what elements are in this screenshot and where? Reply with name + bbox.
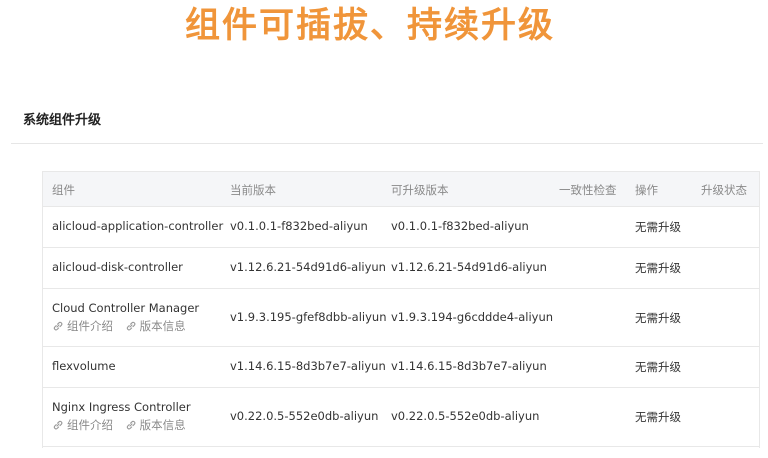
upgradable-version: v0.22.0.5-552e0db-aliyun [391, 409, 540, 423]
header-consistency-check: 一致性检查 [559, 183, 617, 197]
component-name: Cloud Controller Manager [52, 301, 200, 315]
link-icon [126, 420, 136, 430]
version-info-link[interactable]: 版本信息 [125, 318, 186, 334]
link-icon [126, 321, 136, 331]
section-title: 系统组件升级 [23, 113, 102, 128]
version-info-label: 版本信息 [139, 418, 186, 432]
component-intro-link[interactable]: 组件介绍 [52, 417, 113, 433]
header-upgradable-version: 可升级版本 [391, 183, 449, 197]
current-version: v1.12.6.21-54d91d6-aliyun [230, 260, 386, 274]
component-name: alicloud-application-controller [52, 219, 224, 233]
banner-title: 组件可插拔、持续升级 [184, 6, 555, 46]
component-name: flexvolume [52, 359, 116, 373]
version-info-link[interactable]: 版本信息 [125, 417, 186, 433]
component-links: 组件介绍 版本信息 [52, 318, 194, 334]
action-status: 无需升级 [635, 360, 681, 374]
components-table: 组件 当前版本 可升级版本 一致性检查 操作 升级状态 alicloud-app… [42, 171, 760, 448]
header-action: 操作 [635, 183, 658, 197]
action-status: 无需升级 [635, 261, 681, 275]
upgradable-version: v1.12.6.21-54d91d6-aliyun [391, 260, 547, 274]
table-row: Cloud Controller Manager 组件介绍 版本信息 v1.9.… [43, 289, 759, 347]
current-version: v0.1.0.1-f832bed-aliyun [230, 219, 368, 233]
component-name: Nginx Ingress Controller [52, 400, 191, 414]
link-icon [53, 420, 63, 430]
table-row: Nginx Ingress Controller 组件介绍 版本信息 v0.22… [43, 388, 759, 447]
action-status: 无需升级 [635, 410, 681, 424]
current-version: v1.9.3.195-gfef8dbb-aliyun [230, 310, 387, 324]
action-status: 无需升级 [635, 220, 681, 234]
header-component: 组件 [52, 183, 75, 197]
component-name: alicloud-disk-controller [52, 260, 183, 274]
component-links: 组件介绍 版本信息 [52, 417, 194, 433]
link-icon [53, 321, 63, 331]
component-intro-label: 组件介绍 [67, 319, 113, 333]
header-upgrade-status: 升级状态 [701, 183, 747, 197]
table-row: flexvolume v1.14.6.15-8d3b7e7-aliyun v1.… [43, 347, 759, 388]
component-intro-label: 组件介绍 [67, 418, 113, 432]
upgradable-version: v1.9.3.194-g6cddde4-aliyun [391, 310, 554, 324]
action-status: 无需升级 [635, 311, 681, 325]
header-current-version: 当前版本 [230, 183, 276, 197]
upgradable-version: v1.14.6.15-8d3b7e7-aliyun [391, 359, 547, 373]
current-version: v0.22.0.5-552e0db-aliyun [230, 409, 379, 423]
table-row: alicloud-disk-controller v1.12.6.21-54d9… [43, 248, 759, 289]
version-info-label: 版本信息 [139, 319, 186, 333]
component-intro-link[interactable]: 组件介绍 [52, 318, 113, 334]
current-version: v1.14.6.15-8d3b7e7-aliyun [230, 359, 386, 373]
table-header: 组件 当前版本 可升级版本 一致性检查 操作 升级状态 [43, 172, 759, 207]
table-row: alicloud-application-controller v0.1.0.1… [43, 207, 759, 248]
divider [11, 143, 763, 144]
upgradable-version: v0.1.0.1-f832bed-aliyun [391, 219, 529, 233]
